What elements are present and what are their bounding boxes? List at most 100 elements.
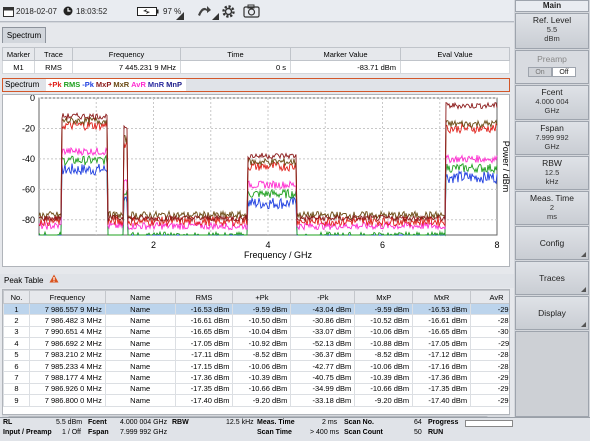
peak-cell: Name bbox=[104, 348, 176, 361]
peak-col-rms[interactable]: RMS bbox=[174, 290, 234, 304]
peak-table-row[interactable]: 47 986.692 2 MHz Name -17.05 dBm -10.92 dBm… bbox=[3, 337, 509, 350]
trace-legend-rms[interactable]: RMS bbox=[64, 80, 81, 89]
peak-cell: Name bbox=[104, 314, 176, 327]
progress-label: Progress bbox=[428, 419, 459, 426]
fspan-unit: GHz bbox=[544, 142, 560, 151]
peak-cell: -8.52 dBm bbox=[354, 348, 414, 361]
softkey-meas-time[interactable]: Meas. Time 2 ms bbox=[515, 191, 589, 225]
peak-cell: -16.53 dBm bbox=[174, 302, 234, 316]
peak-cell: -8.52 dBm bbox=[232, 348, 292, 361]
trace-legend-mxr[interactable]: MxR bbox=[113, 80, 129, 89]
rbw-status-label: RBW bbox=[172, 419, 189, 426]
trace-legend-pk[interactable]: +Pk bbox=[48, 80, 62, 89]
peak-cell: -43.04 dBm bbox=[290, 302, 356, 316]
trace-legend-pk[interactable]: -Pk bbox=[82, 80, 94, 89]
peak-table-row[interactable]: 57 983.210 2 MHz Name -17.11 dBm -8.52 dBm -… bbox=[3, 348, 509, 361]
fcent-label: Fcent bbox=[541, 87, 563, 97]
submenu-corner-icon bbox=[581, 322, 586, 327]
date-text: 2018-02-07 bbox=[16, 6, 57, 16]
fcent-value: 4.000 004 bbox=[535, 97, 569, 106]
marker-time: 0 s bbox=[180, 60, 291, 74]
spectrum-plot[interactable]: 0 -20 -40 -60 -80 2 4 6 8 Frequency / GHz Power / … bbox=[2, 94, 511, 267]
peak-cell: -16.53 dBm bbox=[412, 302, 472, 316]
tab-spectrum[interactable]: Spectrum bbox=[2, 27, 46, 43]
marker-table-header: Marker Trace Frequency Time Marker Value… bbox=[2, 47, 510, 61]
peak-table-row[interactable]: 67 985.233 4 MHz Name -17.15 dBm -10.06 dBm… bbox=[3, 359, 509, 373]
peak-table-row[interactable]: 77 988.177 4 MHz Name -17.36 dBm -10.39 dBm… bbox=[3, 371, 509, 384]
time-text: 18:03:52 bbox=[76, 6, 108, 16]
peak-cell: -29.11 bbox=[470, 337, 509, 350]
gear-icon[interactable] bbox=[220, 0, 237, 22]
camera-icon[interactable] bbox=[243, 0, 260, 22]
y-tick-label: -20 bbox=[22, 123, 35, 133]
ref-level-value: 5.5 bbox=[546, 25, 558, 34]
peak-cell: 7 983.210 2 MHz bbox=[28, 348, 106, 361]
trace-legend-mnr[interactable]: MnR bbox=[148, 80, 164, 89]
preamp-off-option[interactable]: Off bbox=[552, 67, 576, 77]
marker-row[interactable]: M1 RMS 7 445.231 9 MHz 0 s -83.71 dBm bbox=[2, 60, 510, 74]
trace-legend-mxp[interactable]: MxP bbox=[96, 80, 111, 89]
peak-table-row[interactable]: 17 986.557 9 MHz Name -16.53 dBm -9.59 dBm -… bbox=[3, 302, 509, 316]
fcent-unit: GHz bbox=[544, 106, 560, 115]
fcent-status-label: Fcent bbox=[88, 419, 107, 426]
peak-cell: -16.65 dBm bbox=[412, 325, 472, 339]
peak-table: No. Frequency Name RMS +Pk -Pk MxP MxR AvR 17 98… bbox=[3, 290, 509, 407]
submenu-corner-icon bbox=[581, 287, 586, 292]
peak-table-row[interactable]: 87 986.926 0 MHz Name -17.35 dBm -10.66 dBm… bbox=[3, 382, 509, 396]
rbw-label: RBW bbox=[542, 158, 562, 168]
peak-cell: -10.66 dBm bbox=[232, 382, 292, 396]
spectrum-chart: 0 -20 -40 -60 -80 2 4 6 8 Frequency / GHz Power / … bbox=[22, 95, 511, 260]
status-dropdown-corner[interactable] bbox=[176, 12, 184, 20]
softkey-config[interactable]: Config bbox=[515, 226, 589, 260]
peak-cell: -40.75 dBm bbox=[290, 371, 356, 384]
softkey-fspan[interactable]: Fspan 7.999 992 GHz bbox=[515, 121, 589, 155]
sweep-dropdown-corner[interactable] bbox=[212, 12, 219, 20]
col-trace: Trace bbox=[34, 47, 73, 61]
softkey-empty bbox=[515, 331, 589, 417]
peak-cell: 7 986.926 0 MHz bbox=[28, 382, 106, 396]
y-axis-label: Power / dBm bbox=[501, 141, 511, 193]
peak-col-pk[interactable]: +Pk bbox=[232, 290, 292, 304]
softkey-preamp[interactable]: Preamp On Off bbox=[515, 50, 589, 84]
peak-cell: -29.24 bbox=[470, 302, 509, 316]
peak-col-name[interactable]: Name bbox=[104, 290, 176, 304]
y-tick-label: 0 bbox=[30, 95, 35, 103]
peak-col-no[interactable]: No. bbox=[3, 290, 30, 304]
trace-bar: Spectrum +Pk RMS -Pk MxP MxR AvR MnR MnP bbox=[2, 78, 510, 92]
peak-cell: -36.37 dBm bbox=[290, 348, 356, 361]
meas-time-status-value: 2 ms bbox=[322, 419, 338, 426]
peak-cell: -17.15 dBm bbox=[174, 359, 234, 373]
softkey-fcent[interactable]: Fcent 4.000 004 GHz bbox=[515, 85, 589, 120]
peak-table-row[interactable]: 27 986.482 3 MHz Name -16.61 dBm -10.50 dBm… bbox=[3, 314, 509, 327]
sweep-mode-icon[interactable] bbox=[196, 0, 212, 22]
peak-col-avr[interactable]: AvR bbox=[470, 290, 509, 304]
softkey-traces[interactable]: Traces bbox=[515, 261, 589, 295]
preamp-on-option[interactable]: On bbox=[528, 67, 552, 77]
peak-col-frequency[interactable]: Frequency bbox=[28, 290, 106, 304]
peak-table-row[interactable]: 37 990.651 4 MHz Name -16.65 dBm -10.04 dBm… bbox=[3, 325, 509, 339]
peak-cell: -10.92 dBm bbox=[232, 337, 292, 350]
softkey-display[interactable]: Display bbox=[515, 296, 589, 330]
softkey-ref-level[interactable]: Ref. Level 5.5 dBm bbox=[515, 13, 589, 49]
peak-cell: -30.21 bbox=[470, 325, 509, 339]
x-axis-label: Frequency / GHz bbox=[244, 250, 313, 260]
peak-col-mxr[interactable]: MxR bbox=[412, 290, 472, 304]
peak-table-row[interactable]: 97 986.800 0 MHz Name -17.40 dBm -9.20 dBm -… bbox=[3, 394, 509, 407]
peak-cell: Name bbox=[104, 359, 176, 373]
col-time: Time bbox=[180, 47, 291, 61]
marker-id: M1 bbox=[2, 60, 35, 74]
run-label: RUN bbox=[428, 429, 444, 436]
peak-col-pk[interactable]: -Pk bbox=[290, 290, 356, 304]
peak-cell: Name bbox=[104, 371, 176, 384]
trace-legend[interactable]: +Pk RMS -Pk MxP MxR AvR MnR MnP bbox=[46, 79, 186, 91]
trace-legend-avr[interactable]: AvR bbox=[131, 80, 146, 89]
peak-cell: -28.74 bbox=[470, 359, 509, 373]
peak-cell: 7 986.482 3 MHz bbox=[28, 314, 106, 327]
trace-legend-mnp[interactable]: MnP bbox=[166, 80, 182, 89]
marker-frequency: 7 445.231 9 MHz bbox=[72, 60, 181, 74]
softkey-rbw[interactable]: RBW 12.5 kHz bbox=[515, 156, 589, 190]
config-label: Config bbox=[539, 238, 565, 248]
battery-icon bbox=[137, 0, 159, 22]
x-tick-label: 6 bbox=[380, 240, 385, 250]
peak-col-mxp[interactable]: MxP bbox=[354, 290, 414, 304]
